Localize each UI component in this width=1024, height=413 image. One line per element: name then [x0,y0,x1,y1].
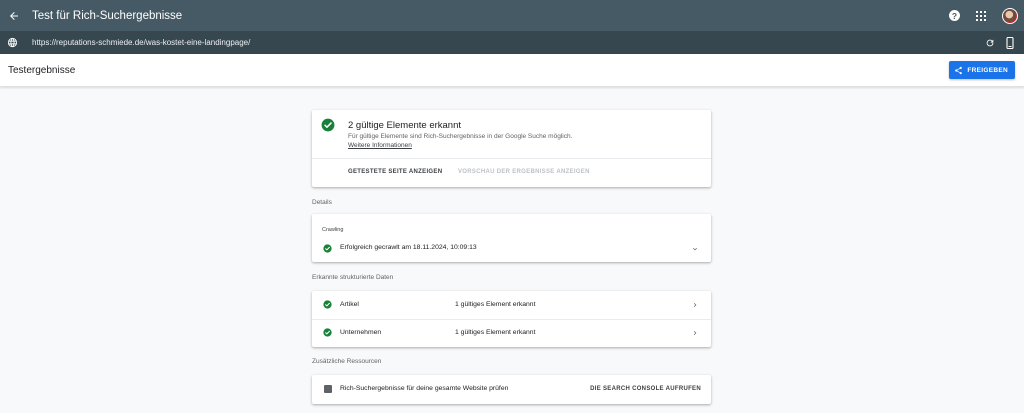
check-circle-icon [323,300,332,309]
share-button-label: FREIGEBEN [967,66,1008,74]
chevron-down-icon[interactable] [691,245,699,253]
item-name: Artikel [340,301,359,308]
app-bar: Test für Rich-Suchergebnisse ? [0,0,1024,31]
summary-description: Für gültige Elemente sind Rich-Suchergeb… [348,133,573,140]
resources-card: Rich-Suchergebnisse für deine gesamte We… [312,375,711,404]
item-status: 1 gültiges Element erkannt [455,329,536,336]
resources-text: Rich-Suchergebnisse für deine gesamte We… [340,385,509,392]
search-console-icon [324,385,332,393]
check-circle-icon [323,328,332,337]
item-status: 1 gültiges Element erkannt [455,301,536,308]
list-item-unternehmen[interactable]: Unternehmen 1 gültiges Element erkannt [312,319,711,347]
url-text[interactable]: https://reputations-schmiede.de/was-kost… [32,38,250,47]
crawling-status: Erfolgreich gecrawlt am 18.11.2024, 10:0… [340,244,477,251]
summary-card: 2 gültige Elemente erkannt Für gültige E… [312,110,711,187]
check-circle-icon [321,118,335,132]
details-label: Details [312,199,332,206]
resources-label: Zusätzliche Ressourcen [312,358,382,365]
preview-results-button: VORSCHAU DER ERGEBNISSE ANZEIGEN [458,169,590,175]
chevron-right-icon[interactable] [691,329,699,337]
app-title: Test für Rich-Suchergebnisse [32,9,183,22]
open-search-console-button[interactable]: DIE SEARCH CONSOLE AUFRUFEN [590,386,701,392]
structured-data-label: Erkannte strukturierte Daten [312,274,394,281]
apps-grid-icon[interactable] [976,10,986,21]
chevron-right-icon[interactable] [691,301,699,309]
smartphone-icon[interactable] [1005,36,1015,49]
structured-data-card: Artikel 1 gültiges Element erkannt Unter… [312,291,711,347]
more-info-link[interactable]: Weitere Informationen [348,142,412,149]
list-item-artikel[interactable]: Artikel 1 gültiges Element erkannt [312,291,711,319]
share-icon [955,66,963,74]
share-button[interactable]: FREIGEBEN [949,61,1015,79]
item-name: Unternehmen [340,329,382,336]
help-icon[interactable]: ? [949,10,960,21]
url-bar: https://reputations-schmiede.de/was-kost… [0,31,1024,54]
crawling-card[interactable]: Crawling Erfolgreich gecrawlt am 18.11.2… [312,214,711,262]
results-header: Testergebnisse FREIGEBEN [0,54,1024,87]
check-circle-icon [323,244,332,253]
divider [312,158,711,159]
summary-heading: 2 gültige Elemente erkannt [348,120,462,131]
globe-icon [7,37,18,48]
crawling-label: Crawling [322,227,344,233]
view-tested-page-button[interactable]: GETESTETE SEITE ANZEIGEN [348,169,442,175]
refresh-icon[interactable] [985,38,995,48]
arrow-back-icon[interactable] [7,9,21,23]
page-title: Testergebnisse [8,64,76,76]
avatar[interactable] [1002,7,1018,24]
